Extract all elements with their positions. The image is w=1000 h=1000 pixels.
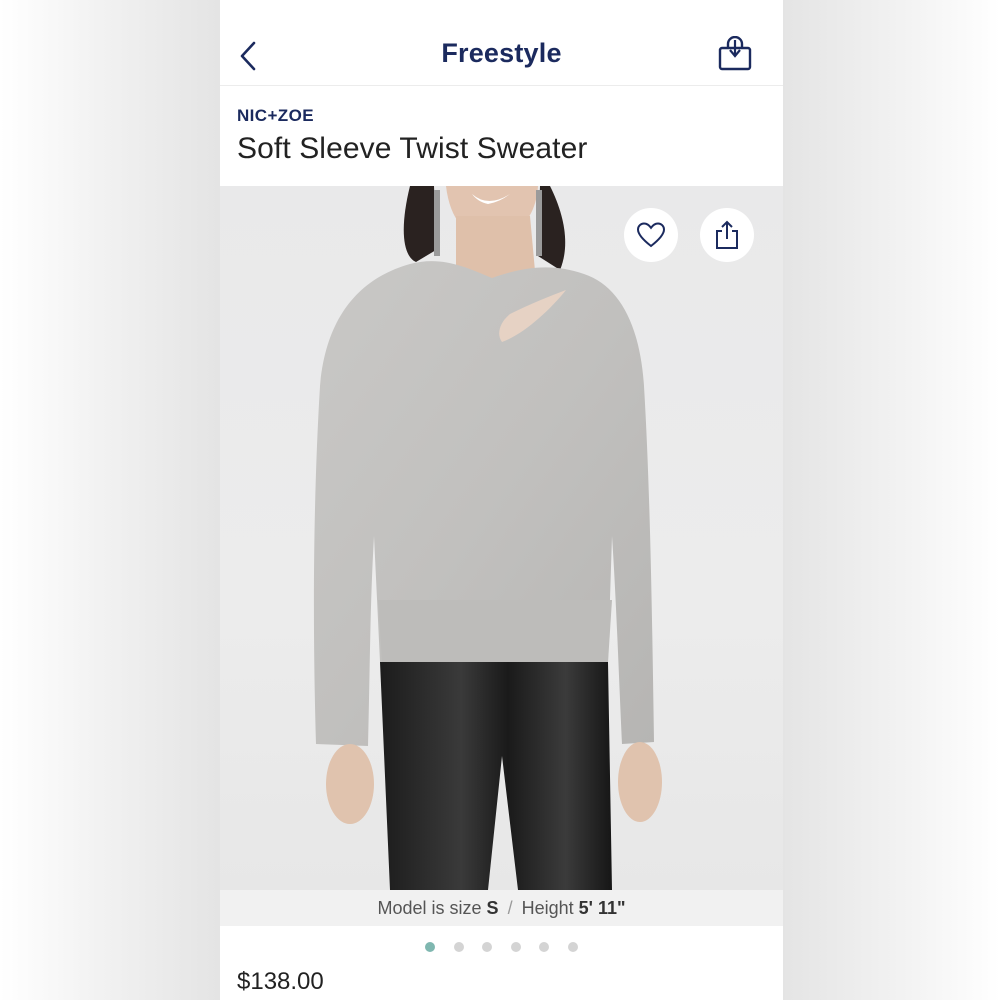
caption-separator: / [507,898,513,918]
page-title: Freestyle [441,38,562,68]
favorite-button[interactable] [624,208,678,262]
model-height-value: 5' 11" [578,898,626,918]
model-size-value: S [486,898,499,918]
height-label: Height [521,898,574,918]
carousel-dot-5[interactable] [539,941,550,952]
product-photo [313,186,662,890]
share-icon [716,220,738,249]
background-blur-right [780,0,1000,1000]
product-price: $138.00 [237,968,324,995]
caption-prefix: Model is size [377,898,482,918]
carousel-dot-4[interactable] [510,941,521,952]
model-size-caption: Model is size S / Height 5' 11" [220,890,783,926]
shopping-bag-icon [718,35,752,71]
brand-name[interactable]: NIC+ZOE [237,106,314,126]
carousel-dot-6[interactable] [567,941,578,952]
product-image-carousel[interactable] [220,186,783,890]
background-blur-left [0,0,220,1000]
heart-icon [636,222,666,248]
carousel-dot-3[interactable] [482,941,493,952]
shopping-bag-button[interactable] [717,35,753,72]
top-nav-bar: Freestyle [220,20,783,86]
app-screen: Freestyle NIC+ZOE Soft Sleeve Twist Swea… [220,0,783,1000]
share-button[interactable] [700,208,754,262]
product-title: Soft Sleeve Twist Sweater [237,132,588,165]
carousel-pagination [220,938,783,952]
carousel-dot-1[interactable] [425,941,436,952]
carousel-dot-2[interactable] [453,941,464,952]
